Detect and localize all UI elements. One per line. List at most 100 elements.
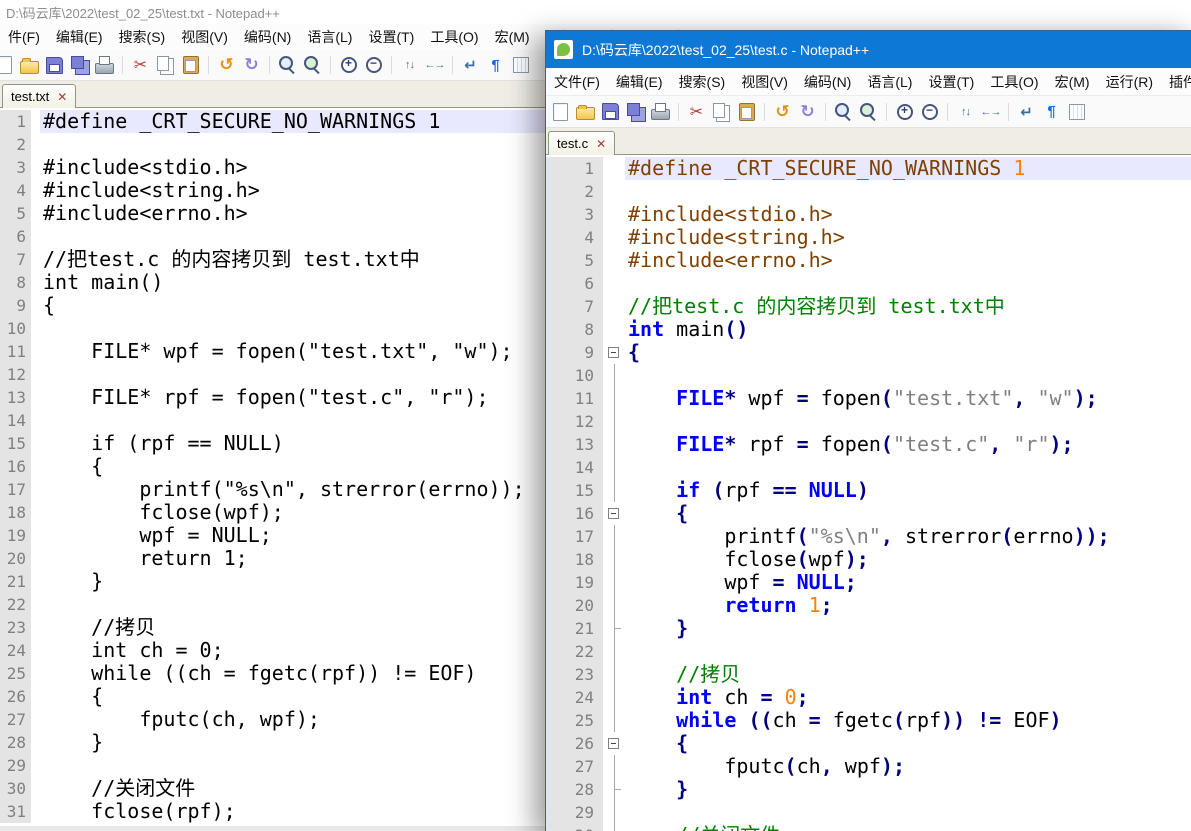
fg-menu-item-5[interactable]: 编码(N) bbox=[796, 69, 859, 95]
sync-v-icon[interactable] bbox=[953, 100, 978, 124]
new-icon[interactable] bbox=[548, 100, 573, 124]
paste-icon[interactable] bbox=[178, 53, 203, 77]
bg-menu-item-5[interactable]: 编码(N) bbox=[236, 24, 299, 50]
line-number: 18 bbox=[0, 501, 31, 524]
zoom-in-icon[interactable] bbox=[892, 100, 917, 124]
zoom-in-icon[interactable] bbox=[336, 53, 361, 77]
fold-margin bbox=[603, 617, 625, 640]
fg-menu-item-3[interactable]: 搜索(S) bbox=[671, 69, 734, 95]
code-text: #include<errno.h> bbox=[625, 249, 1191, 272]
bg-menu-item-6[interactable]: 语言(L) bbox=[299, 24, 360, 50]
find-icon[interactable] bbox=[831, 100, 856, 124]
fg-line-30: 30 //关闭文件 bbox=[546, 824, 1191, 831]
line-number: 8 bbox=[0, 271, 31, 294]
fg-menu-item-11[interactable]: 插件(P) bbox=[1161, 69, 1191, 95]
redo-icon[interactable] bbox=[239, 53, 264, 77]
fg-line-4: 4#include<string.h> bbox=[546, 226, 1191, 249]
fold-margin bbox=[603, 180, 625, 203]
code-text: wpf = NULL; bbox=[625, 571, 1191, 594]
fg-menu-item-1[interactable]: 文件(F) bbox=[546, 69, 608, 95]
fg-line-18: 18 fclose(wpf); bbox=[546, 548, 1191, 571]
save-all-icon[interactable] bbox=[623, 100, 648, 124]
code-text: FILE* wpf = fopen("test.txt", "w"); bbox=[625, 387, 1191, 410]
toolbar-separator bbox=[269, 56, 270, 74]
find-icon[interactable] bbox=[275, 53, 300, 77]
fg-menu-item-2[interactable]: 编辑(E) bbox=[608, 69, 671, 95]
fold-toggle-icon[interactable] bbox=[603, 502, 625, 525]
word-wrap-icon[interactable] bbox=[458, 53, 483, 77]
fold-margin bbox=[603, 594, 625, 617]
bg-menu-item-3[interactable]: 搜索(S) bbox=[111, 24, 174, 50]
save-all-icon[interactable] bbox=[67, 53, 92, 77]
code-text: //把test.c 的内容拷贝到 test.txt中 bbox=[625, 295, 1191, 318]
cut-icon[interactable] bbox=[684, 100, 709, 124]
notepad-plus-plus-icon bbox=[554, 40, 573, 59]
fold-toggle-icon[interactable] bbox=[603, 341, 625, 364]
code-text bbox=[625, 364, 1191, 387]
zoom-out-icon[interactable] bbox=[361, 53, 386, 77]
save-icon[interactable] bbox=[42, 53, 67, 77]
replace-icon[interactable] bbox=[300, 53, 325, 77]
bg-menu-item-4[interactable]: 视图(V) bbox=[173, 24, 236, 50]
code-text: { bbox=[625, 732, 1191, 755]
line-number: 13 bbox=[0, 386, 31, 409]
fold-margin bbox=[31, 524, 40, 547]
sync-v-icon[interactable] bbox=[397, 53, 422, 77]
line-number: 4 bbox=[0, 179, 31, 202]
fg-menu-item-9[interactable]: 宏(M) bbox=[1047, 69, 1098, 95]
line-number: 6 bbox=[546, 272, 603, 295]
fg-tab-test-c[interactable]: test.c ✕ bbox=[548, 131, 615, 155]
bg-tab-test-txt[interactable]: test.txt ✕ bbox=[2, 84, 76, 108]
line-number: 31 bbox=[0, 800, 31, 823]
new-icon[interactable] bbox=[0, 53, 17, 77]
line-number: 10 bbox=[546, 364, 603, 387]
replace-icon[interactable] bbox=[856, 100, 881, 124]
fg-menu-item-6[interactable]: 语言(L) bbox=[859, 69, 920, 95]
fold-margin bbox=[31, 708, 40, 731]
bg-menu-item-8[interactable]: 工具(O) bbox=[422, 24, 486, 50]
undo-icon[interactable] bbox=[214, 53, 239, 77]
bg-menu-item-9[interactable]: 宏(M) bbox=[487, 24, 538, 50]
show-all-chars-icon[interactable] bbox=[483, 53, 508, 77]
toolbar-separator bbox=[764, 103, 765, 121]
fold-margin bbox=[31, 662, 40, 685]
sync-h-icon[interactable] bbox=[978, 100, 1003, 124]
fold-margin bbox=[31, 386, 40, 409]
copy-icon[interactable] bbox=[709, 100, 734, 124]
fg-menu-item-8[interactable]: 工具(O) bbox=[982, 69, 1046, 95]
indent-guide-icon[interactable] bbox=[508, 53, 533, 77]
cut-icon[interactable] bbox=[128, 53, 153, 77]
word-wrap-icon[interactable] bbox=[1014, 100, 1039, 124]
save-icon[interactable] bbox=[598, 100, 623, 124]
fg-editor[interactable]: 1#define _CRT_SECURE_NO_WARNINGS 123#inc… bbox=[546, 155, 1191, 831]
fold-margin bbox=[31, 363, 40, 386]
fold-margin bbox=[603, 755, 625, 778]
print-icon[interactable] bbox=[648, 100, 673, 124]
fg-line-10: 10 bbox=[546, 364, 1191, 387]
fold-toggle-icon[interactable] bbox=[603, 732, 625, 755]
sync-h-icon[interactable] bbox=[422, 53, 447, 77]
line-number: 24 bbox=[546, 686, 603, 709]
print-icon[interactable] bbox=[92, 53, 117, 77]
fg-menu-item-10[interactable]: 运行(R) bbox=[1098, 69, 1161, 95]
fold-margin bbox=[31, 777, 40, 800]
code-text: //拷贝 bbox=[625, 663, 1191, 686]
zoom-out-icon[interactable] bbox=[917, 100, 942, 124]
fg-tab-close-icon[interactable]: ✕ bbox=[596, 138, 606, 150]
fg-menu-item-4[interactable]: 视图(V) bbox=[733, 69, 796, 95]
undo-icon[interactable] bbox=[770, 100, 795, 124]
show-all-chars-icon[interactable] bbox=[1039, 100, 1064, 124]
bg-menu-item-2[interactable]: 编辑(E) bbox=[48, 24, 111, 50]
copy-icon[interactable] bbox=[153, 53, 178, 77]
code-text bbox=[625, 456, 1191, 479]
bg-tab-close-icon[interactable]: ✕ bbox=[57, 91, 67, 103]
fold-margin bbox=[603, 479, 625, 502]
open-icon[interactable] bbox=[573, 100, 598, 124]
fg-menu-item-7[interactable]: 设置(T) bbox=[920, 69, 982, 95]
paste-icon[interactable] bbox=[734, 100, 759, 124]
redo-icon[interactable] bbox=[795, 100, 820, 124]
indent-guide-icon[interactable] bbox=[1064, 100, 1089, 124]
bg-menu-item-1[interactable]: 件(F) bbox=[0, 24, 48, 50]
bg-menu-item-7[interactable]: 设置(T) bbox=[360, 24, 422, 50]
open-icon[interactable] bbox=[17, 53, 42, 77]
